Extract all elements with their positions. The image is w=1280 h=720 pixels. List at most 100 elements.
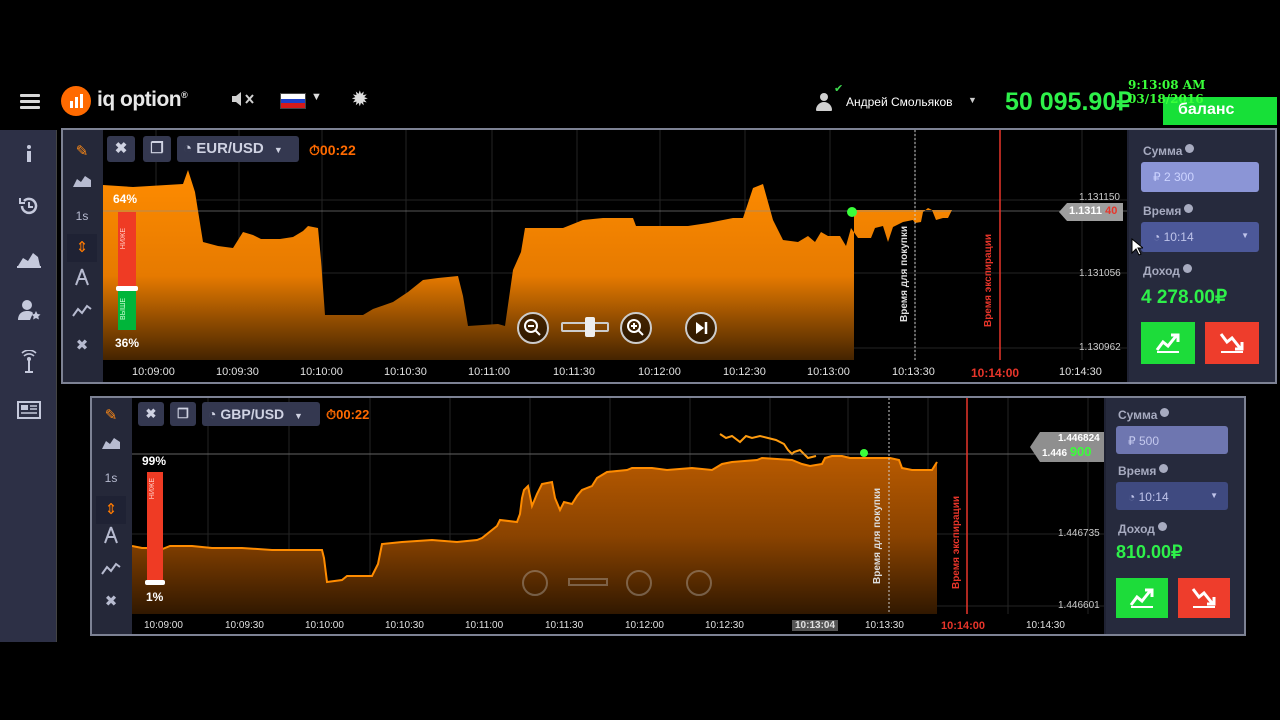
close-chart-button[interactable]: ✖: [107, 136, 135, 162]
price-label: 1.131056: [1079, 268, 1121, 279]
close-icon[interactable]: ✖: [96, 588, 126, 616]
expiry-time-label: Время экспирации: [951, 496, 962, 590]
user-icon[interactable]: [815, 91, 833, 111]
clock-icon: ◔: [1128, 490, 1136, 504]
time-label: 10:12:00: [638, 366, 681, 378]
indicators-icon[interactable]: [96, 558, 126, 586]
chart-type-icon[interactable]: [67, 170, 97, 198]
time-label: 10:11:30: [553, 366, 596, 378]
expiry-time-select[interactable]: ◔ 10:14 ▼: [1116, 482, 1228, 510]
pct-down-label: 36%: [115, 336, 140, 350]
price-area: [103, 170, 952, 382]
time-label: 10:10:30: [385, 620, 424, 631]
time-label: Время: [1143, 204, 1194, 218]
direction-icon[interactable]: ⇕: [96, 496, 126, 524]
pencil-icon[interactable]: ✎: [67, 138, 97, 166]
call-button[interactable]: [1141, 322, 1195, 364]
price-area: [132, 456, 937, 634]
time-label: 10:10:00: [305, 620, 344, 631]
info-dot-icon: [1182, 264, 1192, 273]
close-chart-button[interactable]: ✖: [138, 402, 164, 426]
skip-to-end-button[interactable]: [685, 312, 717, 344]
zoom-in-button[interactable]: [626, 570, 652, 596]
time-label: 10:12:30: [705, 620, 744, 631]
hamburger-icon[interactable]: [20, 94, 40, 110]
logo-text: iq option®: [97, 88, 188, 111]
close-icon[interactable]: ✖: [67, 332, 97, 360]
sentiment-handle[interactable]: [116, 286, 138, 291]
pct-down-label: 1%: [146, 590, 164, 604]
put-button[interactable]: [1205, 322, 1259, 364]
time-label: 10:11:30: [545, 620, 584, 631]
mute-icon[interactable]: [230, 90, 258, 113]
stopwatch-icon: ⏱: [309, 142, 320, 158]
amount-label: Сумма: [1143, 144, 1195, 158]
chart-toolbar: ✎ 1s ⇕ ✖: [92, 398, 132, 634]
sentiment-handle[interactable]: [145, 580, 165, 585]
chevron-down-icon[interactable]: ▼: [968, 95, 977, 105]
income-value: 4 278.00₽: [1141, 287, 1228, 308]
figures-icon[interactable]: [67, 268, 97, 296]
top-bar: iq option® ▼ ✹ ✔ Андрей Смольяков ▼ 50 0…: [0, 70, 1280, 130]
income-label: Доход: [1118, 522, 1167, 536]
expiry-time-select[interactable]: ◔ 10:14 ▼: [1141, 222, 1259, 252]
price-chart[interactable]: 99% НИЖЕ 1% Время для покупки Время эксп…: [132, 398, 1104, 634]
zoom-out-button[interactable]: [522, 570, 548, 596]
skip-to-end-button[interactable]: [686, 570, 712, 596]
info-icon[interactable]: [16, 142, 42, 168]
amount-input[interactable]: ₽ 500: [1116, 426, 1228, 454]
asset-selector[interactable]: ◔ GBP/USD ▼: [202, 402, 320, 426]
user-name[interactable]: Андрей Смольяков: [846, 95, 953, 109]
zoom-controls[interactable]: [522, 570, 722, 596]
gear-icon[interactable]: ✹: [351, 87, 369, 112]
timestamp-overlay: 9:13:08 AM 03/18/2016: [1128, 78, 1206, 106]
direction-icon[interactable]: ⇕: [67, 234, 97, 262]
time-label: 10:13:00: [807, 366, 850, 378]
higher-label: ВЫШЕ: [120, 298, 127, 320]
trend-down-icon: [1219, 333, 1244, 353]
price-chart[interactable]: 64% НИЖЕ ВЫШЕ 36% Время для покупки Врем…: [103, 130, 1127, 382]
zoom-slider[interactable]: [561, 317, 609, 337]
price-label: 1.130962: [1079, 342, 1121, 353]
current-price-tag: 1.1311 40: [1059, 203, 1124, 221]
amount-input[interactable]: ₽ 2 300: [1141, 162, 1259, 192]
price-label: 1.446601: [1058, 600, 1100, 611]
timeframe-button[interactable]: 1s: [67, 202, 97, 230]
figures-icon[interactable]: [96, 526, 126, 554]
user-support-icon[interactable]: [16, 298, 42, 324]
mouse-cursor-icon: [1131, 237, 1145, 256]
zoom-slider[interactable]: [568, 578, 608, 586]
chart-type-icon[interactable]: [96, 432, 126, 460]
news-icon[interactable]: [16, 398, 42, 424]
info-dot-icon: [1185, 144, 1195, 153]
copy-chart-button[interactable]: ❐: [143, 136, 171, 162]
timeframe-button[interactable]: 1s: [96, 464, 126, 492]
call-button[interactable]: [1116, 578, 1168, 618]
copy-chart-button[interactable]: ❐: [170, 402, 196, 426]
chart-panel-gbpusd: ✎ 1s ⇕ ✖ 99% НИЖЕ 1% Время для покупки В…: [90, 396, 1246, 636]
history-icon[interactable]: [16, 194, 42, 220]
purchase-time-label: Время для покупки: [899, 226, 910, 322]
zoom-in-button[interactable]: [620, 312, 652, 344]
sentiment-lower-fill: [118, 212, 136, 288]
chart-icon[interactable]: [16, 246, 42, 272]
expiry-time-axis-label: 10:14:00: [941, 620, 986, 632]
zoom-out-button[interactable]: [517, 312, 549, 344]
price-label: 1.446735: [1058, 528, 1100, 539]
asset-selector[interactable]: ◔ EUR/USD ▼: [177, 136, 299, 162]
chart-panel-eurusd: ✎ 1s ⇕ ✖ 64% НИЖЕ ВЫШЕ 36% Время для пок…: [61, 128, 1277, 384]
put-button[interactable]: [1178, 578, 1230, 618]
pencil-icon[interactable]: ✎: [96, 402, 126, 430]
language-flag[interactable]: [280, 93, 306, 109]
chevron-down-icon[interactable]: ▼: [311, 91, 322, 103]
info-dot-icon: [1157, 522, 1167, 531]
indicators-icon[interactable]: [67, 300, 97, 328]
income-value: 810.00₽: [1116, 542, 1183, 562]
time-label: 10:12:30: [723, 366, 766, 378]
time-label: 10:13:30: [865, 620, 904, 631]
logo-icon: [61, 86, 91, 116]
flag-stripe-red: [281, 103, 305, 108]
signal-icon[interactable]: [16, 349, 42, 376]
left-sidebar: [0, 130, 57, 642]
expiry-time-label: Время экспирации: [983, 234, 994, 328]
